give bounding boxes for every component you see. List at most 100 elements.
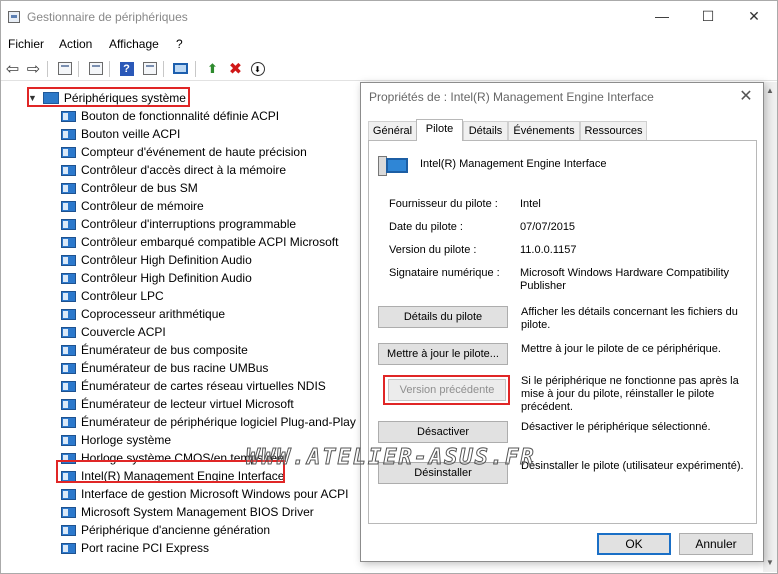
tree-item[interactable]: Interface de gestion Microsoft Windows p…	[61, 485, 348, 503]
tree-item-label: Contrôleur de bus SM	[81, 181, 198, 195]
tree-item[interactable]: Contrôleur High Definition Audio	[61, 269, 252, 287]
uninstall-icon[interactable]: ✖	[227, 60, 244, 78]
uninstall-driver-desc: Désinstaller le pilote (utilisateur expé…	[521, 460, 744, 472]
tree-item-label: Contrôleur LPC	[81, 289, 164, 303]
scroll-down-icon[interactable]: ▼	[763, 556, 777, 570]
tree-item-label: Compteur d'événement de haute précision	[81, 145, 307, 159]
tree-item[interactable]: Bouton de fonctionnalité définie ACPI	[61, 107, 279, 125]
tab-events[interactable]: Événements	[508, 121, 580, 140]
tree-item[interactable]: Coprocesseur arithmétique	[61, 305, 225, 323]
menu-view[interactable]: Affichage	[109, 37, 159, 51]
tree-item-label: Port racine PCI Express	[81, 541, 210, 555]
dialog-close-button[interactable]: ✕	[735, 86, 757, 108]
disable-icon[interactable]: ⬇	[249, 60, 266, 77]
tree-item[interactable]: Contrôleur de mémoire	[61, 197, 204, 215]
tab-details[interactable]: Détails	[463, 121, 508, 140]
help-glyph: ?	[119, 61, 134, 76]
tree-item-label: Énumérateur de lecteur virtuel Microsoft	[81, 397, 294, 411]
minimize-button[interactable]: —	[639, 1, 685, 32]
watermark: WWW.ATELIER-ASUS.FR	[246, 445, 536, 471]
tree-item[interactable]: Port racine PCI Express	[61, 539, 209, 557]
device-icon	[61, 524, 76, 536]
update-driver-button[interactable]: Mettre à jour le pilote...	[378, 343, 508, 365]
properties-icon[interactable]	[56, 60, 73, 77]
device-icon	[61, 362, 76, 374]
menu-help[interactable]: ?	[176, 37, 183, 51]
tree-item[interactable]: Contrôleur de bus SM	[61, 179, 198, 197]
tree-item[interactable]: Contrôleur embarqué compatible ACPI Micr…	[61, 233, 338, 251]
device-icon	[61, 506, 76, 518]
device-tree[interactable]: ▼ Périphériques système Bouton de foncti…	[1, 83, 361, 573]
update-driver-icon[interactable]: ⬆	[204, 60, 221, 77]
tree-item[interactable]: Horloge système	[61, 431, 171, 449]
tree-item-label: Énumérateur de bus racine UMBus	[81, 361, 269, 375]
highlight-root	[27, 87, 190, 107]
disable-device-button[interactable]: Désactiver	[378, 421, 508, 443]
tab-resources[interactable]: Ressources	[580, 121, 647, 140]
help-icon[interactable]: ?	[118, 60, 135, 77]
device-icon	[61, 488, 76, 500]
tree-item-label: Bouton de fonctionnalité définie ACPI	[81, 109, 280, 123]
tree-item[interactable]: Microsoft System Management BIOS Driver	[61, 503, 314, 521]
device-icon	[378, 156, 410, 180]
toolbar-separator	[163, 61, 164, 77]
scroll-up-icon[interactable]: ▲	[763, 84, 777, 98]
tree-item[interactable]: Contrôleur d'accès direct à la mémoire	[61, 161, 286, 179]
tree-item[interactable]: Énumérateur de périphérique logiciel Plu…	[61, 413, 356, 431]
toolbar-separator	[47, 61, 48, 77]
cancel-button[interactable]: Annuler	[679, 533, 753, 555]
ok-button[interactable]: OK	[597, 533, 671, 555]
tree-item[interactable]: Énumérateur de bus composite	[61, 341, 248, 359]
tree-item[interactable]: Bouton veille ACPI	[61, 125, 180, 143]
tree-item[interactable]: Périphérique d'ancienne génération	[61, 521, 270, 539]
tree-item-label: Couvercle ACPI	[81, 325, 166, 339]
device-icon	[61, 254, 76, 266]
tree-item[interactable]: Énumérateur de cartes réseau virtuelles …	[61, 377, 326, 395]
toolbar-separator	[78, 61, 79, 77]
dialog-title: Propriétés de : Intel(R) Management Engi…	[369, 90, 654, 104]
prop-label-version: Version du pilote :	[389, 244, 477, 256]
tab-driver[interactable]: Pilote	[416, 119, 463, 141]
device-icon	[61, 272, 76, 284]
forward-arrow-icon[interactable]: ⇨	[25, 60, 42, 78]
driver-details-button[interactable]: Détails du pilote	[378, 306, 508, 328]
vertical-scrollbar[interactable]: ▲ ▼	[763, 82, 777, 572]
tree-item[interactable]: Énumérateur de bus racine UMBus	[61, 359, 268, 377]
device-icon	[61, 110, 76, 122]
device-icon	[61, 146, 76, 158]
tab-general[interactable]: Général	[368, 121, 417, 140]
tree-item[interactable]: Contrôleur High Definition Audio	[61, 251, 252, 269]
prop-value-signer: Microsoft Windows Hardware Compatibility…	[520, 267, 730, 292]
menu-file[interactable]: Fichier	[8, 37, 44, 51]
device-manager-icon	[8, 11, 20, 23]
back-arrow-icon[interactable]: ⇦	[4, 60, 21, 78]
tree-item[interactable]: Couvercle ACPI	[61, 323, 166, 341]
device-icon	[61, 326, 76, 338]
scan-hardware-icon[interactable]	[172, 60, 189, 77]
device-icon	[61, 290, 76, 302]
close-button[interactable]: ✕	[731, 1, 777, 32]
tree-item[interactable]: Énumérateur de lecteur virtuel Microsoft	[61, 395, 294, 413]
prop-label-signer: Signataire numérique :	[389, 267, 500, 279]
maximize-button[interactable]: ☐	[685, 1, 731, 32]
tree-item-label: Contrôleur High Definition Audio	[81, 253, 252, 267]
tree-item-label: Interface de gestion Microsoft Windows p…	[81, 487, 349, 501]
tree-item[interactable]: Compteur d'événement de haute précision	[61, 143, 307, 161]
list-icon[interactable]	[141, 60, 158, 77]
tree-item[interactable]: Contrôleur LPC	[61, 287, 164, 305]
menu-action[interactable]: Action	[59, 37, 92, 51]
device-manager-window: Gestionnaire de périphériques — ☐ ✕ Fich…	[0, 0, 778, 574]
tree-item-label: Horloge système	[81, 433, 172, 447]
toolbar: ⇦ ⇨ ? ⬆ ✖ ⬇	[1, 57, 777, 81]
prop-value-date: 07/07/2015	[520, 221, 576, 233]
device-icon	[61, 128, 76, 140]
device-icon	[61, 542, 76, 554]
tree-item-label: Énumérateur de périphérique logiciel Plu…	[81, 415, 356, 429]
device-icon	[61, 308, 76, 320]
tree-item[interactable]: Contrôleur d'interruptions programmable	[61, 215, 296, 233]
device-icon	[61, 200, 76, 212]
device-icon	[61, 380, 76, 392]
view-icon[interactable]	[87, 60, 104, 77]
device-icon	[61, 182, 76, 194]
device-icon	[61, 434, 76, 446]
